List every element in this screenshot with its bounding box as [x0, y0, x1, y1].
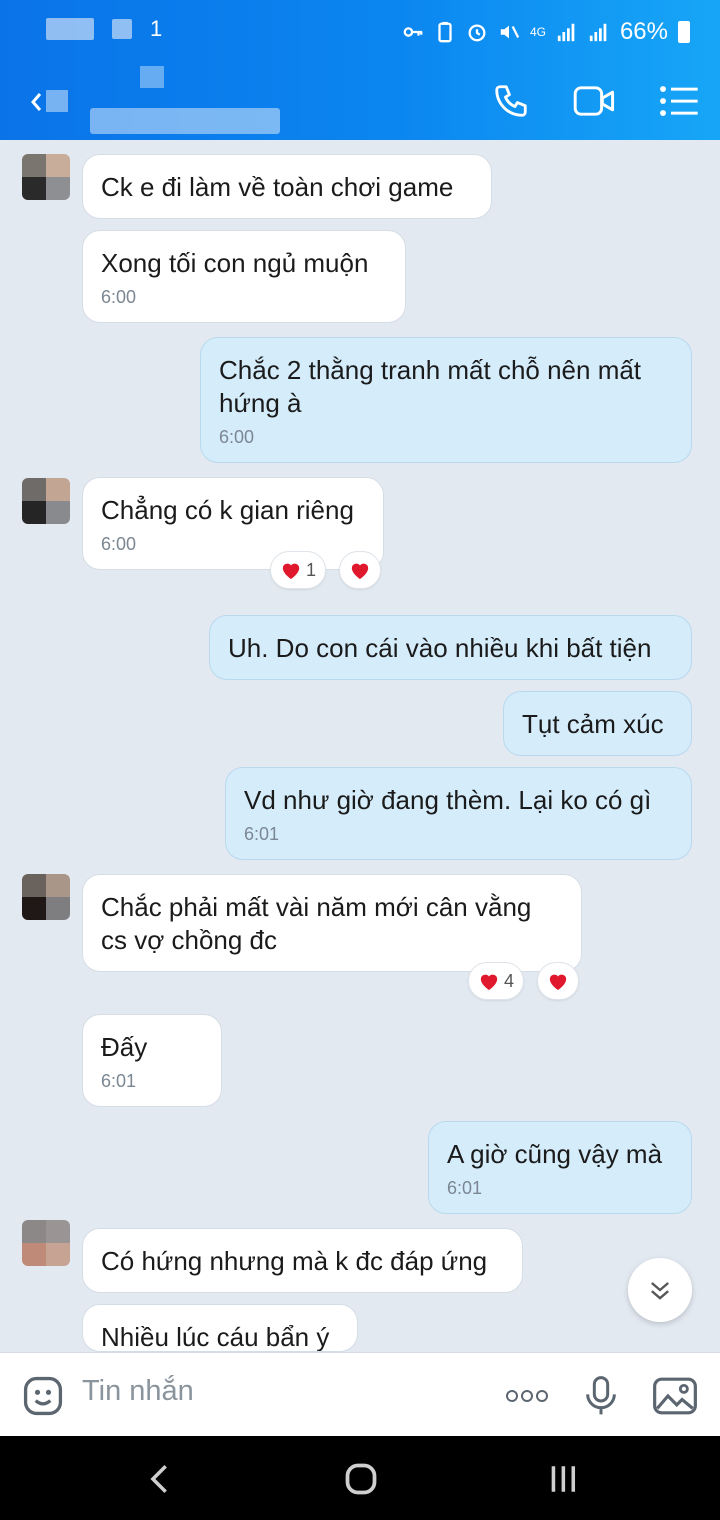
- home-icon: [345, 1463, 377, 1495]
- message-bubble[interactable]: Nhiều lúc cáu bẩn ý: [82, 1304, 358, 1352]
- message-bubble-sent[interactable]: Uh. Do con cái vào nhiều khi bất tiện: [209, 615, 692, 680]
- nav-back-button[interactable]: [137, 1456, 183, 1502]
- message-text: Chẳng có k gian riêng: [101, 495, 354, 525]
- mute-icon: [500, 25, 520, 39]
- chat-header: [0, 64, 720, 140]
- notification-icon: [46, 18, 94, 40]
- message-input[interactable]: Tin nhắn: [82, 1375, 194, 1408]
- message-time: 6:01: [447, 1178, 483, 1198]
- video-call-button[interactable]: [572, 78, 618, 124]
- message-text: A giờ cũng vậy mà: [447, 1139, 663, 1169]
- more-button[interactable]: [504, 1373, 550, 1419]
- key-icon: [403, 27, 423, 37]
- signal-icon: [557, 23, 575, 42]
- double-chevron-down-icon: [651, 1282, 669, 1300]
- message-time: 6:00: [219, 427, 255, 447]
- recents-icon: [551, 1466, 576, 1492]
- message-time: 6:00: [101, 534, 137, 554]
- menu-icon: [660, 86, 698, 116]
- notification-icon-3: 1: [150, 16, 163, 41]
- photo-button[interactable]: [652, 1373, 698, 1419]
- more-icon: [506, 1390, 548, 1402]
- message-text: Nhiều lúc cáu bẩn ý: [101, 1322, 330, 1352]
- message-bubble-sent[interactable]: Chắc 2 thằng tranh mất chỗ nên mất hứng …: [200, 337, 692, 463]
- battery-icon: [678, 21, 690, 43]
- contact-name[interactable]: [90, 108, 280, 134]
- react-button[interactable]: [339, 551, 381, 589]
- message-bubble-sent[interactable]: Tụt cảm xúc: [503, 691, 692, 756]
- video-call-icon: [573, 86, 615, 116]
- message-text: Uh. Do con cái vào nhiều khi bất tiện: [228, 633, 652, 663]
- battery-saver-icon: [438, 21, 452, 43]
- network-type: 4G: [529, 25, 546, 39]
- emoji-icon: [23, 1376, 63, 1416]
- message-bubble[interactable]: Đấy 6:01: [82, 1014, 222, 1107]
- back-icon: [150, 1464, 167, 1494]
- sticker-button[interactable]: [20, 1373, 66, 1419]
- nav-home-button[interactable]: [338, 1456, 384, 1502]
- notification-icon-2: [112, 19, 132, 39]
- heart-icon: [549, 974, 567, 991]
- signal-icon-2: [589, 23, 607, 42]
- message-text: Chắc 2 thằng tranh mất chỗ nên mất hứng …: [219, 355, 642, 418]
- message-text: Xong tối con ngủ muộn: [101, 248, 369, 278]
- contact-avatar[interactable]: [22, 874, 70, 920]
- image-icon: [653, 1377, 697, 1415]
- call-button[interactable]: [488, 78, 534, 124]
- message-text: Vd như giờ đang thèm. Lại ko có gì: [244, 785, 652, 815]
- message-text: Có hứng nhưng mà k đc đáp ứng: [101, 1246, 488, 1276]
- battery-percent: 66%: [619, 18, 668, 45]
- message-composer: Tin nhắn: [0, 1352, 720, 1436]
- system-nav-bar: [0, 1436, 720, 1520]
- message-text: Ck e đi làm về toàn chơi game: [101, 172, 454, 202]
- reaction-count: 4: [503, 970, 514, 991]
- heart-icon: [480, 974, 498, 991]
- status-right-icons: 4G 66%: [402, 18, 690, 46]
- message-bubble[interactable]: Có hứng nhưng mà k đc đáp ứng: [82, 1228, 523, 1293]
- alarm-icon: [468, 24, 486, 42]
- message-text: Chắc phải mất vài năm mới cân vằng cs vợ…: [101, 892, 532, 955]
- message-bubble-sent[interactable]: A giờ cũng vậy mà 6:01: [428, 1121, 692, 1214]
- nav-recents-button[interactable]: [540, 1456, 586, 1502]
- menu-button[interactable]: [656, 78, 702, 124]
- message-time: 6:00: [101, 287, 137, 307]
- message-bubble[interactable]: Chắc phải mất vài năm mới cân vằng cs vợ…: [82, 874, 582, 972]
- scroll-to-bottom-button[interactable]: [628, 1258, 692, 1322]
- back-icon: [31, 90, 68, 112]
- phone-icon: [495, 85, 527, 117]
- heart-icon: [351, 563, 369, 580]
- microphone-icon: [586, 1376, 616, 1415]
- contact-avatar[interactable]: [22, 154, 70, 200]
- contact-avatar[interactable]: [22, 478, 70, 524]
- message-bubble[interactable]: Xong tối con ngủ muộn 6:00: [82, 230, 406, 323]
- message-text: Tụt cảm xúc: [522, 709, 664, 739]
- contact-name-blur: [140, 66, 164, 88]
- reaction-count: 1: [305, 559, 316, 580]
- reaction-summary[interactable]: 4: [468, 962, 524, 1000]
- react-button[interactable]: [537, 962, 579, 1000]
- message-time: 6:01: [244, 824, 280, 844]
- status-bar: 1 4G 66%: [0, 0, 720, 64]
- reaction-summary[interactable]: 1: [270, 551, 326, 589]
- status-left-icons: 1: [46, 18, 166, 40]
- voice-message-button[interactable]: [578, 1373, 624, 1419]
- message-bubble-sent[interactable]: Vd như giờ đang thèm. Lại ko có gì 6:01: [225, 767, 692, 860]
- heart-icon: [282, 563, 300, 580]
- message-time: 6:01: [101, 1071, 137, 1091]
- message-bubble[interactable]: Ck e đi làm về toàn chơi game: [82, 154, 492, 219]
- message-bubble[interactable]: Chẳng có k gian riêng 6:00: [82, 477, 384, 570]
- message-text: Đấy: [101, 1032, 148, 1062]
- contact-avatar[interactable]: [22, 1220, 70, 1266]
- back-button[interactable]: [22, 80, 72, 124]
- top-bar: 1 4G 66%: [0, 0, 720, 140]
